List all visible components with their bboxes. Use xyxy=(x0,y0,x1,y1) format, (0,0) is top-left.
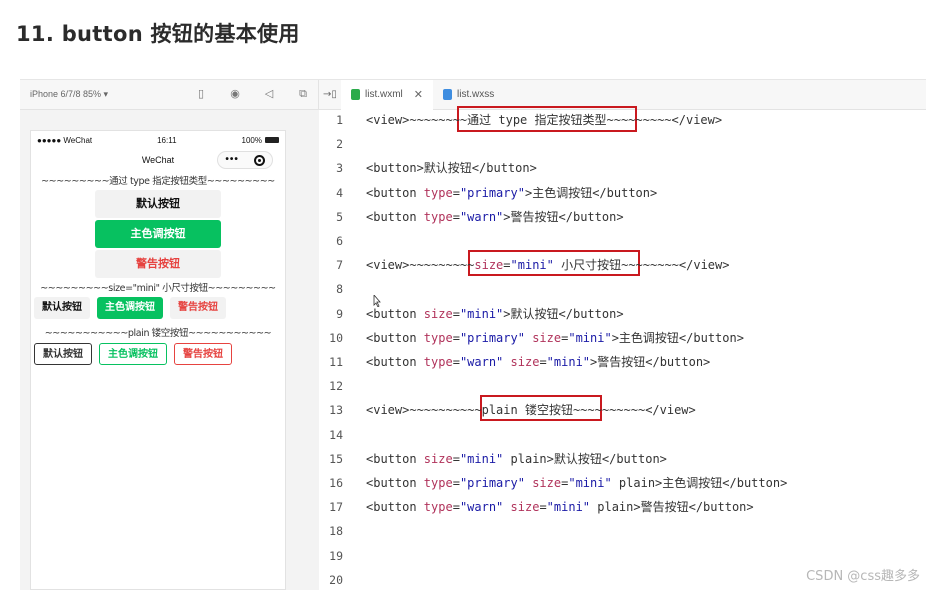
warn-button[interactable]: 警告按钮 xyxy=(170,297,226,319)
code-line[interactable]: 17 <button type="warn" size="mini" plain>… xyxy=(319,495,926,519)
section-plain-divider: ~~~~~~~~~~~plain 镂空按钮~~~~~~~~~~~ xyxy=(44,328,272,339)
more-icon[interactable]: ••• xyxy=(225,149,239,171)
line-code: <button type="primary" size="mini" plain… xyxy=(366,476,788,490)
mouse-cursor-icon xyxy=(373,295,381,307)
close-icon[interactable]: ✕ xyxy=(414,88,423,101)
line-code: <view>~~~~~~~~~~plain 镂空按钮~~~~~~~~~~</vi… xyxy=(366,403,696,418)
code-line[interactable]: 4 <button type="primary">主色调按钮</button> xyxy=(319,181,926,205)
battery-indicator: 100% xyxy=(242,136,279,145)
line-code: <button type="warn" size="mini" plain>警告… xyxy=(366,500,754,515)
code-line[interactable]: 15 <button size="mini" plain>默认按钮</button… xyxy=(319,447,926,471)
code-line[interactable]: 2 xyxy=(319,132,926,156)
line-number: 7 xyxy=(336,258,343,273)
section-type-divider: ~~~~~~~~~通过 type 指定按钮类型~~~~~~~~~ xyxy=(41,176,275,187)
code-line[interactable]: 13 <view>~~~~~~~~~~plain 镂空按钮~~~~~~~~~~</… xyxy=(319,398,926,422)
wxss-file-icon xyxy=(443,89,452,100)
mini-buttons: 默认按钮 主色调按钮 警告按钮 xyxy=(31,297,285,319)
line-code: <button type="primary" size="mini">主色调按钮… xyxy=(366,330,744,345)
line-number: 16 xyxy=(329,476,343,490)
default-button[interactable]: 默认按钮 xyxy=(34,297,90,319)
line-code: <button>默认按钮</button> xyxy=(366,161,537,176)
devtools-window: iPhone 6/7/8 85% ▾ ▯ ◉ ◁ ⧉ ●●●●● WeChat … xyxy=(20,79,926,590)
block-buttons: 默认按钮 主色调按钮 警告按钮 xyxy=(31,190,285,278)
line-number: 10 xyxy=(329,330,343,345)
warn-button[interactable]: 警告按钮 xyxy=(95,250,221,278)
code-editor[interactable]: 1 <view>~~~~~~~~通过 type 指定按钮类型~~~~~~~~~</… xyxy=(319,106,926,590)
line-number: 9 xyxy=(336,306,343,321)
line-number: 11 xyxy=(329,355,343,369)
code-line[interactable]: 16 <button type="primary" size="mini" pla… xyxy=(319,471,926,495)
default-button[interactable]: 默认按钮 xyxy=(34,343,92,365)
line-number: 5 xyxy=(336,209,343,224)
code-line[interactable]: 11 <button type="warn" size="mini">警告按钮</… xyxy=(319,350,926,374)
line-code: <button size="mini" plain>默认按钮</button> xyxy=(366,451,667,466)
line-number: 8 xyxy=(336,282,343,297)
line-number: 1 xyxy=(336,113,343,127)
line-number: 13 xyxy=(329,403,343,418)
section-mini-divider: ~~~~~~~~~size="mini" 小尺寸按钮~~~~~~~~~ xyxy=(40,283,276,294)
code-line[interactable]: 10 <button type="primary" size="mini">主色调… xyxy=(319,326,926,350)
line-number: 17 xyxy=(329,500,343,515)
watermark: CSDN @css趣多多 xyxy=(806,569,920,584)
code-line[interactable]: 5 <button type="warn">警告按钮</button> xyxy=(319,205,926,229)
capsule-menu: ••• xyxy=(217,151,273,169)
simulator-toolbar: iPhone 6/7/8 85% ▾ ▯ ◉ ◁ ⧉ xyxy=(20,80,319,110)
line-number: 12 xyxy=(329,379,343,394)
record-icon[interactable]: ◉ xyxy=(228,87,242,101)
code-line[interactable]: 1 <view>~~~~~~~~通过 type 指定按钮类型~~~~~~~~~</… xyxy=(319,108,926,132)
primary-button[interactable]: 主色调按钮 xyxy=(95,220,221,248)
time-label: 16:11 xyxy=(157,135,177,145)
code-line[interactable]: 8 xyxy=(319,277,926,301)
code-line[interactable]: 18 xyxy=(319,519,926,543)
line-number: 6 xyxy=(336,234,343,248)
code-line[interactable]: 6 xyxy=(319,229,926,253)
page-title: 11. button 按钮的基本使用 xyxy=(16,22,300,46)
line-number: 3 xyxy=(336,161,343,176)
code-line[interactable]: 12 xyxy=(319,374,926,398)
line-code: <button type="primary">主色调按钮</button> xyxy=(366,185,658,200)
split-icon[interactable]: →▯ xyxy=(319,89,341,100)
line-number: 15 xyxy=(329,451,343,466)
tab-label: list.wxss xyxy=(457,89,495,100)
simulator-tools: ▯ ◉ ◁ ⧉ xyxy=(194,87,310,101)
line-number: 19 xyxy=(329,548,343,563)
primary-button[interactable]: 主色调按钮 xyxy=(99,343,167,365)
window-icon[interactable]: ⧉ xyxy=(296,87,310,101)
navigation-bar: WeChat ••• xyxy=(31,149,285,171)
line-code: <view>~~~~~~~~通过 type 指定按钮类型~~~~~~~~~</v… xyxy=(366,113,723,127)
default-button[interactable]: 默认按钮 xyxy=(95,190,221,218)
device-selector[interactable]: iPhone 6/7/8 85% ▾ xyxy=(30,89,108,100)
code-line[interactable]: 9 <button size="mini">默认按钮</button> xyxy=(319,302,926,326)
line-code: <view>~~~~~~~~~size="mini" 小尺寸按钮~~~~~~~~… xyxy=(366,258,730,273)
phone-icon[interactable]: ▯ xyxy=(194,87,208,101)
battery-icon xyxy=(264,137,279,144)
line-number: 20 xyxy=(329,572,343,587)
line-number: 18 xyxy=(329,524,343,539)
line-number: 2 xyxy=(336,137,343,152)
line-number: 4 xyxy=(336,185,343,200)
line-number: 14 xyxy=(329,427,343,442)
warn-button[interactable]: 警告按钮 xyxy=(174,343,232,365)
code-line[interactable]: 7 <view>~~~~~~~~~size="mini" 小尺寸按钮~~~~~~~… xyxy=(319,253,926,277)
primary-button[interactable]: 主色调按钮 xyxy=(97,297,163,319)
tab-list-wxml[interactable]: list.wxml ✕ xyxy=(341,79,433,110)
plain-buttons: 默认按钮 主色调按钮 警告按钮 xyxy=(31,343,285,365)
tab-list-wxss[interactable]: list.wxss xyxy=(433,80,504,110)
phone-simulator: ●●●●● WeChat 16:11 100% WeChat ••• ~~~~~… xyxy=(30,130,286,590)
code-line[interactable]: 3 <button>默认按钮</button> xyxy=(319,156,926,180)
nav-title: WeChat xyxy=(141,155,175,165)
line-code: <button type="warn">警告按钮</button> xyxy=(366,209,624,224)
code-line[interactable]: 19 xyxy=(319,544,926,568)
close-capsule-icon[interactable] xyxy=(253,154,265,166)
status-bar: ●●●●● WeChat 16:11 100% xyxy=(31,131,285,149)
tab-label: list.wxml xyxy=(365,89,403,100)
sound-icon[interactable]: ◁ xyxy=(262,87,276,101)
wxml-file-icon xyxy=(351,89,360,100)
line-code: <button size="mini">默认按钮</button> xyxy=(366,306,624,321)
carrier-label: ●●●●● WeChat xyxy=(37,135,93,145)
code-line[interactable]: 14 xyxy=(319,423,926,447)
line-code: <button type="warn" size="mini">警告按钮</bu… xyxy=(366,355,711,369)
